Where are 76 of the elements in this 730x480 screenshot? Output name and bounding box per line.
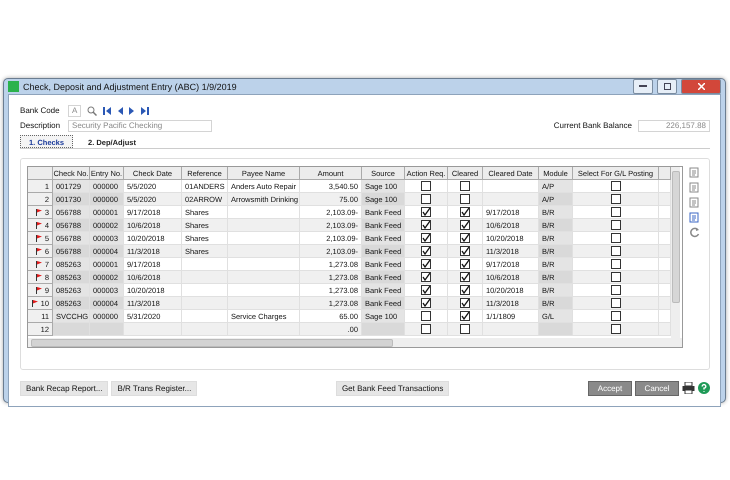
- gl-posting-checkbox[interactable]: [610, 324, 620, 334]
- flag-icon: [36, 260, 42, 268]
- cleared-checkbox[interactable]: [460, 233, 470, 243]
- flag-icon: [36, 286, 42, 294]
- cleared-checkbox[interactable]: [460, 181, 470, 191]
- first-record-icon[interactable]: [103, 106, 111, 114]
- cleared-checkbox[interactable]: [460, 259, 470, 269]
- description-field[interactable]: Security Pacific Checking: [68, 120, 212, 132]
- bank-code-label: Bank Code: [20, 106, 61, 115]
- action-required-checkbox[interactable]: [421, 272, 431, 282]
- action-required-checkbox[interactable]: [421, 233, 431, 243]
- cleared-checkbox[interactable]: [460, 272, 470, 282]
- flag-icon: [36, 208, 42, 216]
- minimize-icon: [639, 85, 647, 88]
- gl-posting-checkbox[interactable]: [610, 272, 620, 282]
- window-title: Check, Deposit and Adjustment Entry (ABC) 1/9/2019: [23, 82, 238, 92]
- gl-posting-checkbox[interactable]: [610, 298, 620, 308]
- gl-posting-checkbox[interactable]: [610, 181, 620, 191]
- flag-icon: [32, 300, 38, 306]
- flag-icon: [36, 234, 42, 242]
- report-button[interactable]: B/R Trans Register...: [111, 380, 198, 396]
- action-required-checkbox[interactable]: [421, 194, 431, 204]
- action-required-checkbox[interactable]: [421, 207, 431, 217]
- vertical-scrollbar[interactable]: [671, 167, 680, 338]
- refresh-icon[interactable]: [689, 227, 700, 238]
- bank-balance-label: Current Bank Balance: [554, 121, 632, 130]
- action-required-checkbox[interactable]: [421, 298, 431, 308]
- last-record-icon[interactable]: [141, 106, 149, 114]
- previous-record-icon[interactable]: [117, 106, 123, 114]
- cleared-checkbox[interactable]: [460, 298, 470, 308]
- action-required-checkbox[interactable]: [421, 285, 431, 295]
- flag-icon: [36, 274, 42, 280]
- app-logo-icon: [8, 81, 19, 92]
- cleared-checkbox[interactable]: [460, 194, 470, 204]
- maximize-icon: [664, 83, 670, 90]
- select-all-icon[interactable]: [689, 212, 700, 223]
- cleared-checkbox[interactable]: [460, 220, 470, 230]
- gl-posting-checkbox[interactable]: [610, 194, 620, 204]
- document-icon[interactable]: [689, 182, 700, 193]
- cleared-checkbox[interactable]: [460, 324, 470, 334]
- cleared-checkbox[interactable]: [460, 311, 470, 321]
- gl-posting-checkbox[interactable]: [610, 285, 620, 295]
- action-required-checkbox[interactable]: [421, 324, 431, 334]
- help-icon[interactable]: [698, 382, 710, 394]
- next-record-icon[interactable]: [129, 106, 135, 114]
- action-required-checkbox[interactable]: [421, 181, 431, 191]
- maximize-button[interactable]: [657, 79, 677, 94]
- gl-posting-checkbox[interactable]: [610, 311, 620, 321]
- copy-icon[interactable]: [689, 197, 700, 208]
- action-required-checkbox[interactable]: [421, 246, 431, 256]
- cleared-checkbox[interactable]: [460, 246, 470, 256]
- flag-icon: [36, 248, 42, 254]
- description-label: Description: [20, 121, 62, 130]
- action-required-checkbox[interactable]: [421, 259, 431, 269]
- gl-posting-checkbox[interactable]: [610, 207, 620, 217]
- gl-posting-checkbox[interactable]: [610, 233, 620, 243]
- report-button[interactable]: Bank Recap Report...: [20, 380, 108, 396]
- horizontal-scrollbar[interactable]: [28, 338, 682, 347]
- grid-settings-icon[interactable]: [689, 167, 700, 178]
- minimize-button[interactable]: [633, 79, 653, 94]
- cleared-checkbox[interactable]: [460, 285, 470, 295]
- gl-posting-checkbox[interactable]: [610, 246, 620, 256]
- corner-cell: [28, 167, 53, 180]
- gl-posting-checkbox[interactable]: [610, 259, 620, 269]
- gl-posting-checkbox[interactable]: [610, 220, 620, 230]
- close-button[interactable]: [681, 79, 721, 94]
- close-icon: [698, 83, 704, 90]
- bank-balance-field: 226,157.88: [638, 120, 710, 132]
- search-icon[interactable]: [87, 106, 97, 116]
- printer-icon[interactable]: [682, 382, 695, 394]
- bank-code-field[interactable]: A: [68, 104, 81, 116]
- bank-feed-button[interactable]: Get Bank Feed Transactions: [336, 380, 450, 396]
- cleared-checkbox[interactable]: [460, 207, 470, 217]
- action-required-checkbox[interactable]: [421, 311, 431, 321]
- action-required-checkbox[interactable]: [421, 220, 431, 230]
- flag-icon: [36, 222, 42, 228]
